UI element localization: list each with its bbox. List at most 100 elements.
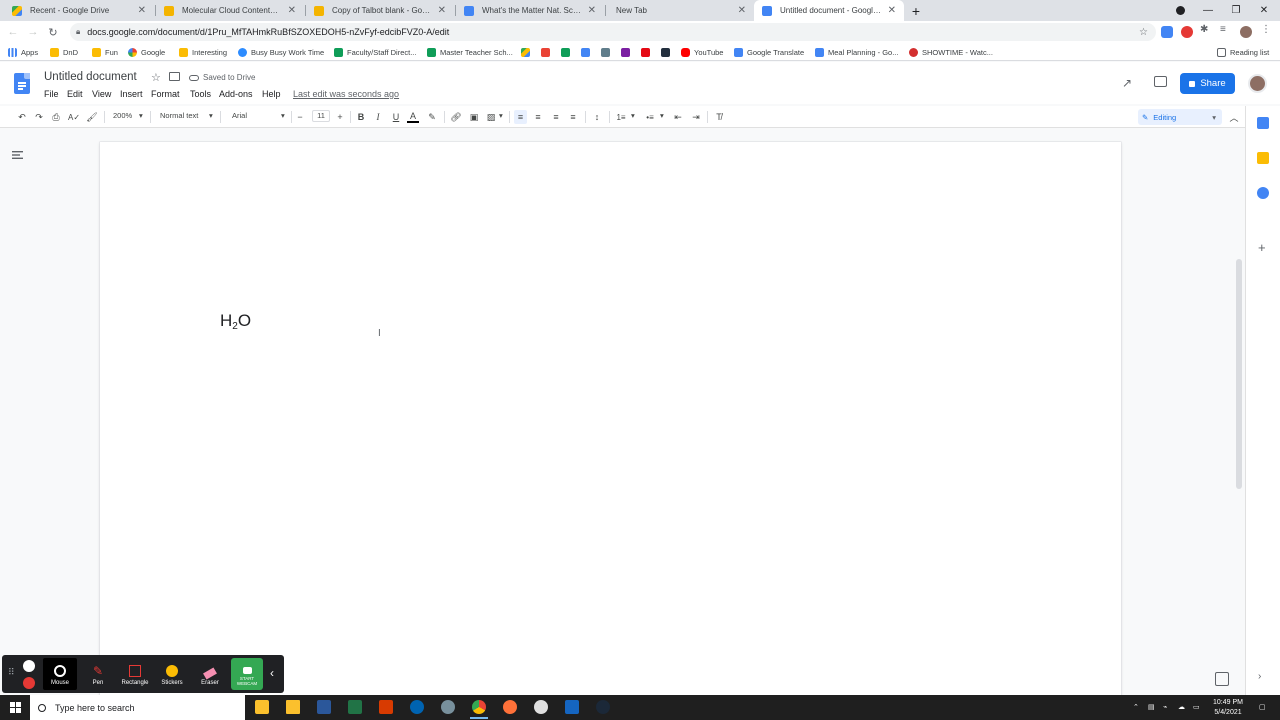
tab-search-icon[interactable]: [1166, 0, 1194, 21]
editing-mode-select[interactable]: ✎ Editing ▾: [1138, 109, 1222, 125]
tasks-icon[interactable]: [1257, 187, 1269, 199]
recorder-extension-icon[interactable]: [1181, 26, 1193, 38]
document-outline-icon[interactable]: [12, 150, 23, 160]
address-bar[interactable]: 🔒︎ docs.google.com/document/d/1Pru_MfTAH…: [70, 23, 1156, 41]
style-select[interactable]: Normal text: [160, 111, 198, 120]
collapse-menus-icon[interactable]: ︿: [1228, 110, 1240, 124]
decrease-indent-icon[interactable]: ⇤: [672, 110, 684, 124]
bookmark-youtube[interactable]: YouTube: [681, 46, 723, 58]
system-clock[interactable]: 10:49 PM 5/4/2021: [1206, 698, 1250, 718]
tray-app-icon[interactable]: ▤: [1148, 703, 1155, 711]
peardeck-bookmark-icon[interactable]: [621, 46, 634, 58]
reading-list-button[interactable]: Reading list: [1217, 46, 1269, 58]
document-title[interactable]: Untitled document: [44, 71, 137, 83]
bookmark-fun[interactable]: Fun: [92, 46, 118, 58]
browser-menu-icon[interactable]: ⋮: [1261, 24, 1273, 36]
menu-edit[interactable]: Edit: [67, 89, 83, 99]
insert-image-icon[interactable]: ▨: [485, 110, 497, 124]
taskbar-app-icon[interactable]: [565, 700, 579, 714]
comment-history-icon[interactable]: [1154, 76, 1167, 87]
amazon-bookmark-icon[interactable]: [661, 46, 674, 58]
bookmark-apps[interactable]: Apps: [8, 46, 38, 58]
user-avatar[interactable]: [1248, 74, 1267, 93]
gmail-bookmark-icon[interactable]: [541, 46, 554, 58]
activity-dashboard-icon[interactable]: ↗: [1122, 76, 1132, 90]
menu-help[interactable]: Help: [262, 89, 281, 99]
network-icon[interactable]: ▭: [1193, 703, 1200, 711]
font-size-input[interactable]: 11: [312, 110, 330, 122]
star-icon[interactable]: ☆: [151, 71, 161, 84]
document-page[interactable]: H2O I: [100, 142, 1121, 702]
bookmark-star-icon[interactable]: ☆: [1139, 27, 1148, 38]
bookmark-showtime[interactable]: SHOWTIME - Watc...: [909, 46, 993, 58]
align-left-icon[interactable]: ≡: [514, 110, 527, 124]
recorder-tool-pen[interactable]: ✎ Pen: [81, 658, 115, 690]
zoom-extension-icon[interactable]: [1161, 26, 1173, 38]
insert-link-icon[interactable]: 🔗︎: [450, 110, 462, 124]
file-explorer-icon[interactable]: [255, 700, 269, 714]
google-drive-bookmark-icon[interactable]: [521, 46, 534, 58]
justify-icon[interactable]: ≡: [567, 110, 579, 124]
windows-start-button[interactable]: [0, 695, 30, 720]
line-spacing-icon[interactable]: ↕: [591, 110, 603, 124]
tab-new-tab[interactable]: New Tab ✕: [606, 0, 754, 21]
close-icon[interactable]: ✕: [888, 5, 896, 16]
decrease-font-size-icon[interactable]: −: [295, 110, 305, 124]
menu-file[interactable]: File: [44, 89, 59, 99]
new-tab-plus-icon[interactable]: +: [902, 0, 930, 21]
close-icon[interactable]: ✕: [138, 5, 146, 16]
saved-status[interactable]: Saved to Drive: [189, 73, 255, 82]
forms-bookmark-icon[interactable]: [581, 46, 594, 58]
netflix-bookmark-icon[interactable]: [641, 46, 654, 58]
classroom-bookmark-icon[interactable]: [561, 46, 574, 58]
collapse-toolbar-icon[interactable]: ‹: [270, 666, 274, 680]
bold-button[interactable]: B: [355, 110, 367, 124]
redo-icon[interactable]: ↷: [33, 110, 45, 124]
stop-recording-icon[interactable]: [23, 677, 35, 689]
insert-comment-icon[interactable]: ▣: [468, 110, 480, 124]
menu-format[interactable]: Format: [151, 89, 180, 99]
last-edit-link[interactable]: Last edit was seconds ago: [293, 89, 399, 99]
media-queue-icon[interactable]: ≡: [1220, 24, 1232, 36]
firefox-icon[interactable]: [503, 700, 517, 714]
bulleted-list-icon[interactable]: •≡: [644, 110, 656, 124]
increase-font-size-icon[interactable]: +: [335, 110, 345, 124]
tab-copy-of-talbot-blank[interactable]: Copy of Talbot blank - Google Sl ✕: [306, 0, 454, 21]
chevron-down-icon[interactable]: ▾: [631, 111, 635, 120]
get-add-ons-plus-icon[interactable]: +: [1258, 240, 1266, 255]
bookmark-interesting[interactable]: Interesting: [179, 46, 227, 58]
restore-icon[interactable]: ❐: [1222, 0, 1250, 21]
taskbar-app-icon[interactable]: [410, 700, 424, 714]
chevron-right-icon[interactable]: ›: [1258, 671, 1261, 682]
underline-button[interactable]: U: [390, 110, 402, 124]
numbered-list-icon[interactable]: 1≡: [615, 110, 627, 124]
tab-whats-the-matter[interactable]: What's the Matter Nat. Sci. Plan ✕: [456, 0, 604, 21]
chevron-down-icon[interactable]: ▾: [660, 111, 664, 120]
word-icon[interactable]: [317, 700, 331, 714]
tab-recent-google-drive[interactable]: Recent - Google Drive ✕: [4, 0, 154, 21]
forward-icon[interactable]: →: [26, 25, 40, 39]
recorder-tool-mouse[interactable]: Mouse: [43, 658, 77, 690]
notifications-icon[interactable]: ▢: [1259, 703, 1266, 711]
chevron-down-icon[interactable]: ▾: [281, 111, 285, 120]
close-icon[interactable]: ✕: [438, 5, 446, 16]
taskbar-app-icon[interactable]: [441, 700, 455, 714]
minimize-icon[interactable]: —: [1194, 0, 1222, 21]
close-window-icon[interactable]: ✕: [1250, 0, 1278, 21]
bookmark-busy-busy-work-time[interactable]: Busy Busy Work Time: [238, 46, 324, 58]
recorder-tool-stickers[interactable]: Stickers: [155, 658, 189, 690]
tray-app-icon[interactable]: ⌁: [1163, 703, 1167, 711]
bookmark-master-teacher-schedule[interactable]: Master Teacher Sch...: [427, 46, 513, 58]
keep-icon[interactable]: [1257, 152, 1269, 164]
powerpoint-icon[interactable]: [379, 700, 393, 714]
align-right-icon[interactable]: ≡: [550, 110, 562, 124]
profile-avatar[interactable]: [1240, 26, 1252, 38]
close-icon[interactable]: ✕: [288, 5, 296, 16]
spellcheck-icon[interactable]: A✓: [68, 110, 80, 124]
italic-button[interactable]: I: [372, 110, 384, 124]
google-docs-logo[interactable]: [14, 73, 30, 94]
tab-molecular-cloud-contents[interactable]: Molecular Cloud Contents - Goo ✕: [156, 0, 304, 21]
bookmark-google[interactable]: Google: [128, 46, 165, 58]
reload-icon[interactable]: ↻: [46, 25, 60, 39]
chevron-down-icon[interactable]: ▾: [209, 111, 213, 120]
